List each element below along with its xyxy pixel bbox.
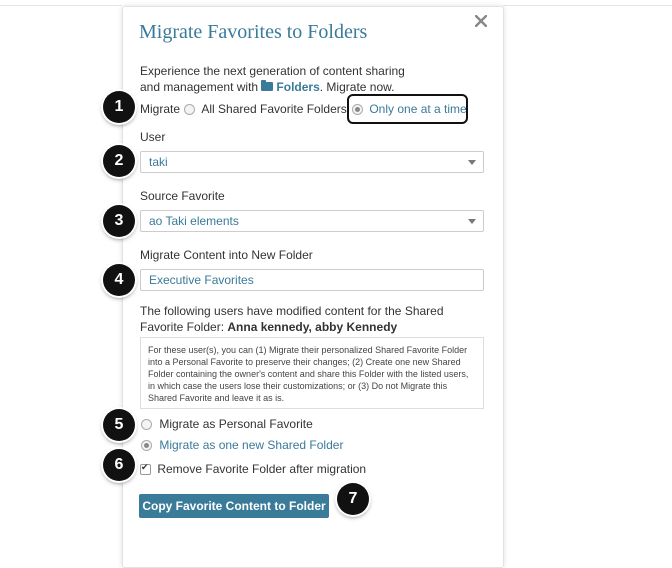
step-callout-6: 6 bbox=[103, 449, 135, 481]
step-callout-4: 4 bbox=[103, 264, 135, 296]
remove-folder-label: Remove Favorite Folder after migration bbox=[157, 462, 367, 476]
step-callout-3: 3 bbox=[103, 205, 135, 237]
intro-text: Experience the next generation of conten… bbox=[140, 63, 480, 95]
radio-shared[interactable] bbox=[141, 440, 152, 452]
step-callout-2: 2 bbox=[103, 145, 135, 177]
copy-favorite-button[interactable]: Copy Favorite Content to Folder bbox=[139, 494, 329, 518]
option-personal[interactable]: Migrate as Personal Favorite bbox=[141, 417, 313, 431]
modified-users-text: The following users have modified conten… bbox=[140, 303, 486, 335]
step-callout-7: 7 bbox=[337, 483, 369, 515]
background-line bbox=[0, 5, 122, 6]
migrate-all-label: All Shared Favorite Folders bbox=[201, 102, 347, 116]
intro-suffix: . Migrate now. bbox=[319, 80, 395, 94]
info-box: For these user(s), you can (1) Migrate t… bbox=[140, 337, 484, 409]
user-select-value: taki bbox=[149, 155, 168, 169]
close-icon[interactable] bbox=[475, 15, 487, 27]
new-folder-input[interactable]: Executive Favorites bbox=[140, 269, 484, 291]
remove-folder-option[interactable]: Remove Favorite Folder after migration bbox=[140, 462, 366, 476]
step-callout-1: 1 bbox=[103, 91, 135, 123]
folder-icon bbox=[261, 80, 274, 91]
intro-prefix: and management with bbox=[140, 80, 259, 94]
modified-users-names: Anna kennedy, abby Kennedy bbox=[227, 320, 398, 334]
option-personal-label: Migrate as Personal Favorite bbox=[159, 417, 313, 431]
source-favorite-value: ao Taki elements bbox=[149, 214, 239, 228]
chevron-down-icon bbox=[468, 219, 476, 224]
chevron-down-icon bbox=[468, 160, 476, 165]
background-line bbox=[503, 5, 672, 6]
user-select[interactable]: taki bbox=[140, 151, 484, 173]
user-label: User bbox=[140, 130, 166, 144]
migrate-dialog: Migrate Favorites to Folders Experience … bbox=[122, 6, 504, 568]
remove-folder-checkbox[interactable] bbox=[140, 462, 151, 476]
radio-personal[interactable] bbox=[141, 419, 152, 431]
option-shared[interactable]: Migrate as one new Shared Folder bbox=[141, 438, 343, 452]
migrate-label: Migrate bbox=[140, 102, 181, 116]
option-shared-label: Migrate as one new Shared Folder bbox=[159, 438, 344, 452]
new-folder-label: Migrate Content into New Folder bbox=[140, 248, 313, 262]
dialog-title: Migrate Favorites to Folders bbox=[139, 21, 368, 43]
folders-link[interactable]: Folders bbox=[276, 80, 319, 94]
highlight-frame bbox=[347, 94, 468, 124]
intro-line-2: and management with Folders. Migrate now… bbox=[140, 79, 480, 95]
radio-all[interactable] bbox=[184, 104, 195, 116]
source-favorite-select[interactable]: ao Taki elements bbox=[140, 210, 484, 232]
step-callout-5: 5 bbox=[103, 409, 135, 441]
source-favorite-label: Source Favorite bbox=[140, 189, 225, 203]
migrate-all-option[interactable]: All Shared Favorite Folders bbox=[184, 102, 347, 116]
intro-line-1: Experience the next generation of conten… bbox=[140, 64, 405, 78]
